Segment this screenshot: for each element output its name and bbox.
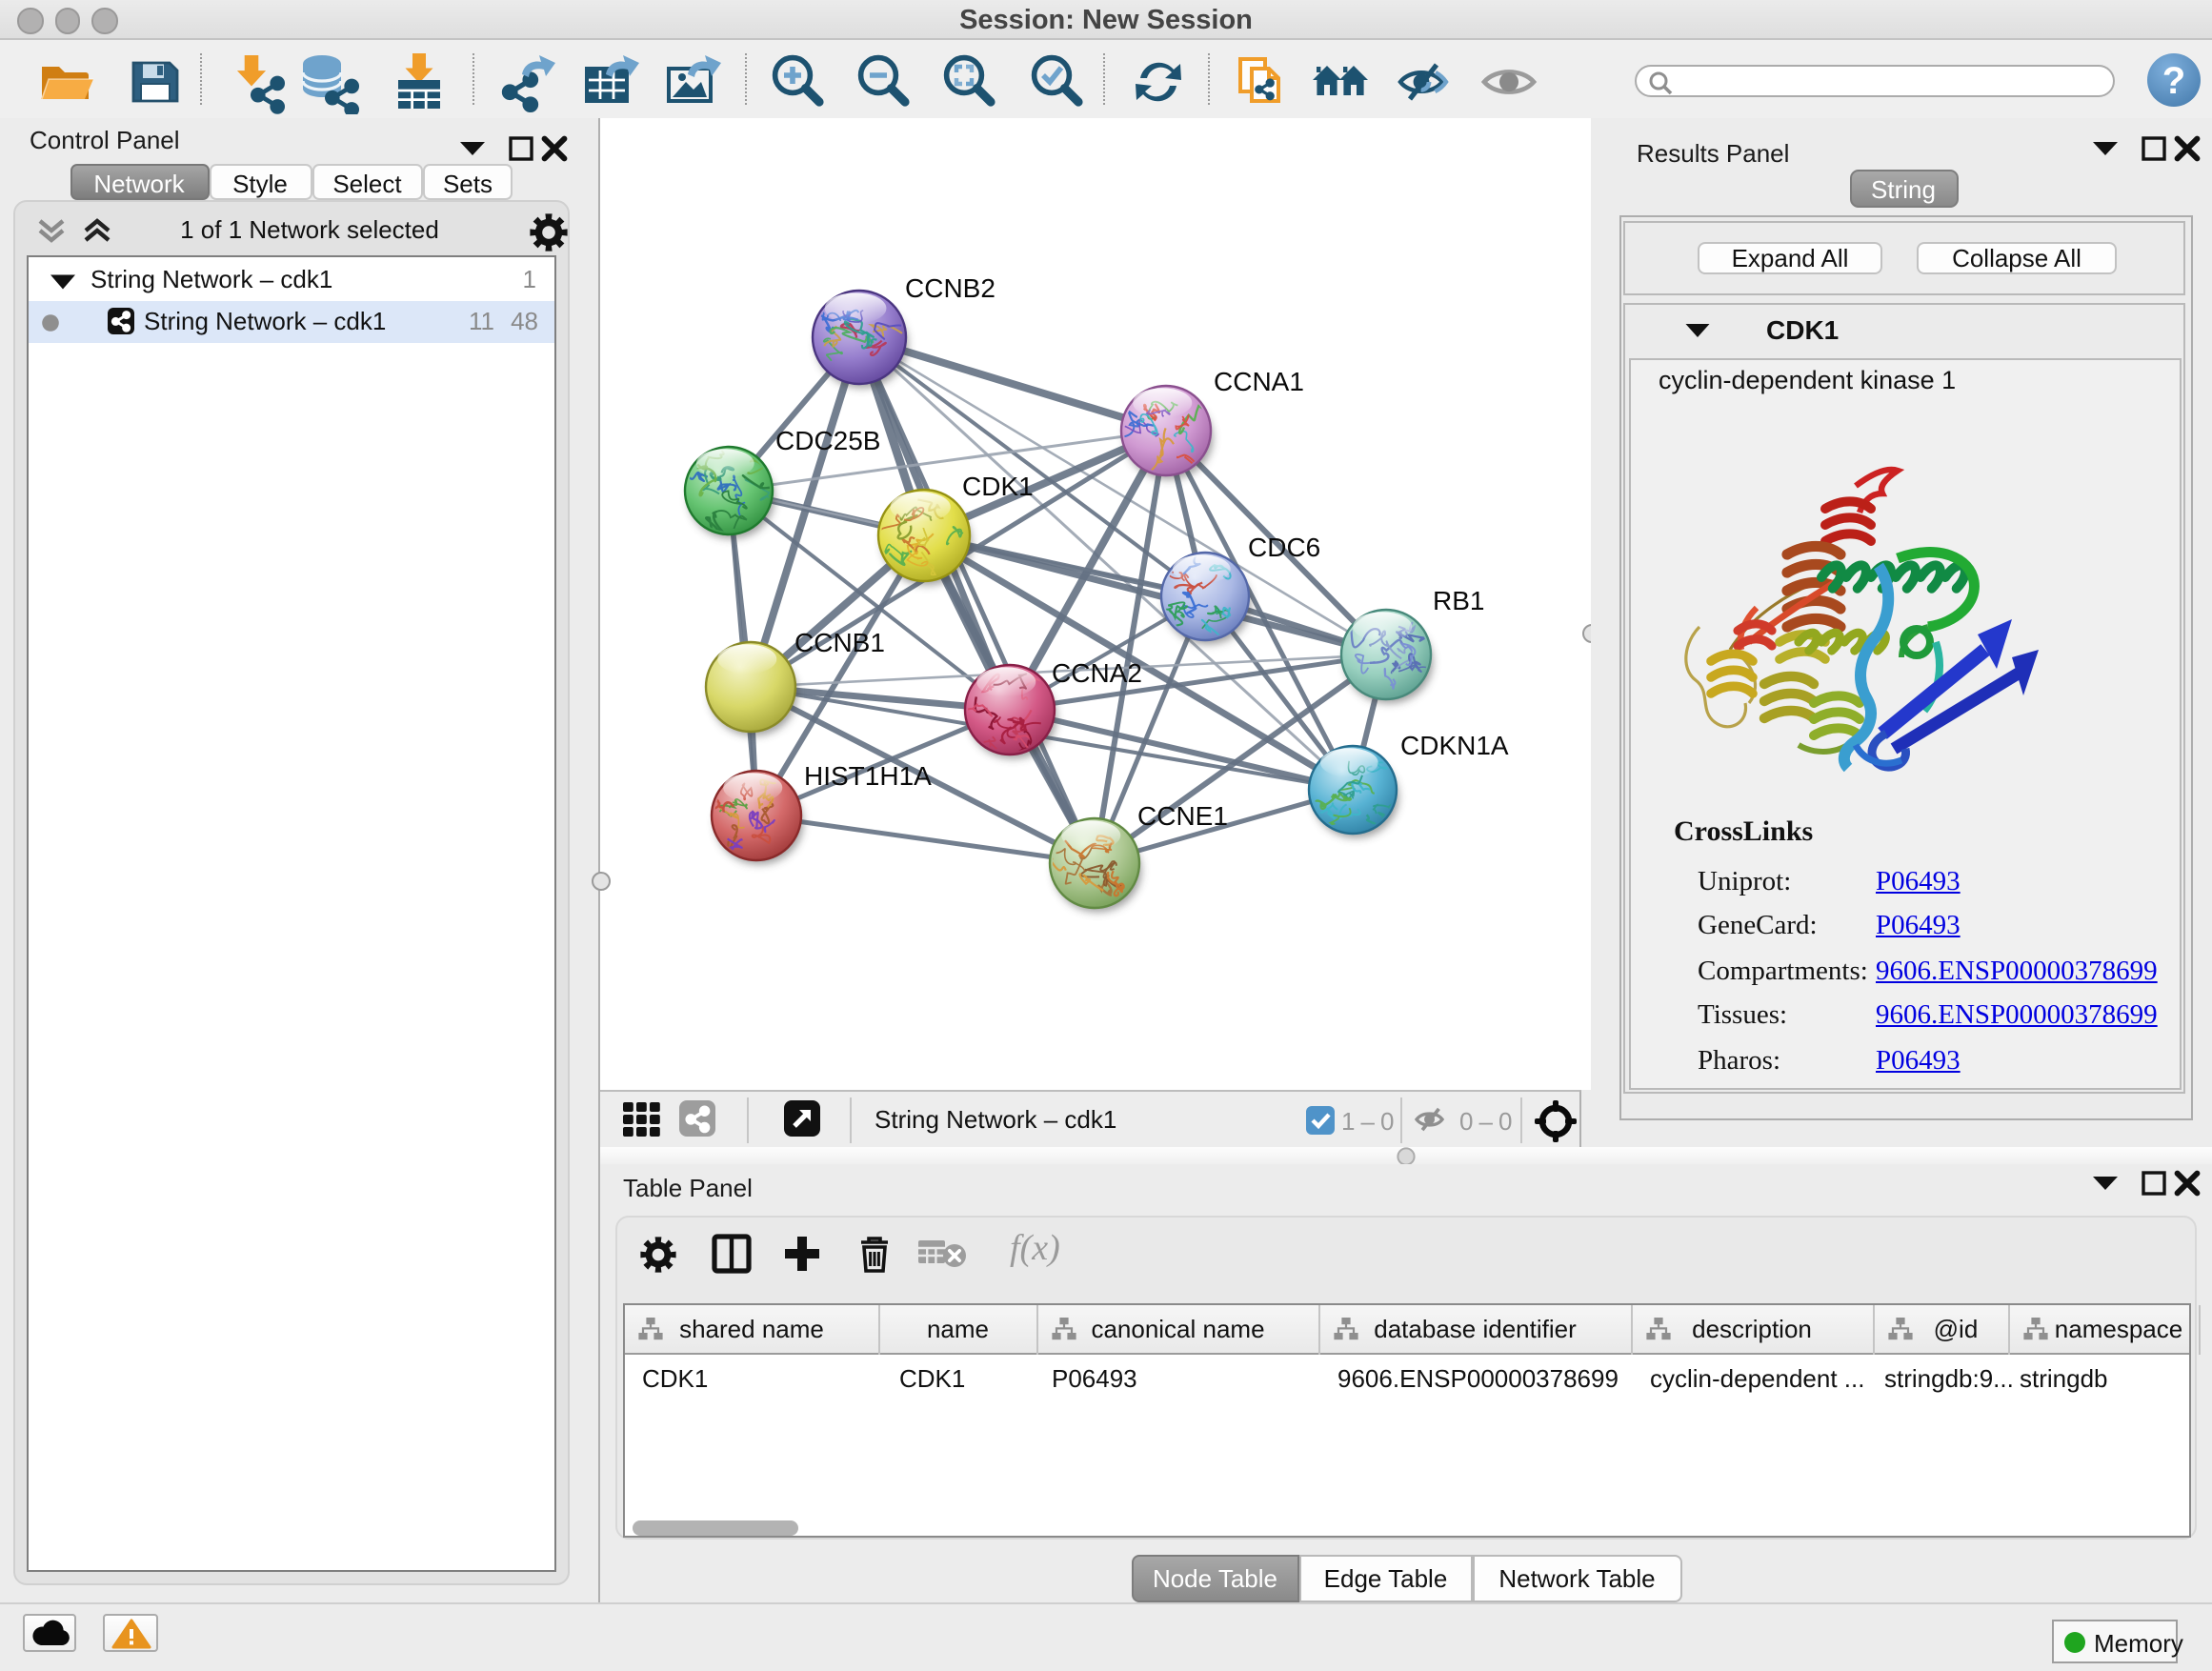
svg-text:CCNA1: CCNA1 xyxy=(1214,366,1304,395)
svg-text:CDC25B: CDC25B xyxy=(775,425,880,454)
svg-text:?: ? xyxy=(2162,60,2185,102)
svg-text:CCNA2: CCNA2 xyxy=(1052,657,1142,687)
svg-text:CDK1: CDK1 xyxy=(962,471,1034,500)
svg-text:RB1: RB1 xyxy=(1433,585,1484,614)
svg-text:HIST1H1A: HIST1H1A xyxy=(804,760,932,790)
svg-text:CDC6: CDC6 xyxy=(1248,532,1320,561)
svg-text:CCNB2: CCNB2 xyxy=(905,272,995,302)
svg-text:CCNE1: CCNE1 xyxy=(1137,800,1228,830)
svg-text:CDKN1A: CDKN1A xyxy=(1400,730,1509,759)
svg-text:CCNB1: CCNB1 xyxy=(794,627,885,656)
